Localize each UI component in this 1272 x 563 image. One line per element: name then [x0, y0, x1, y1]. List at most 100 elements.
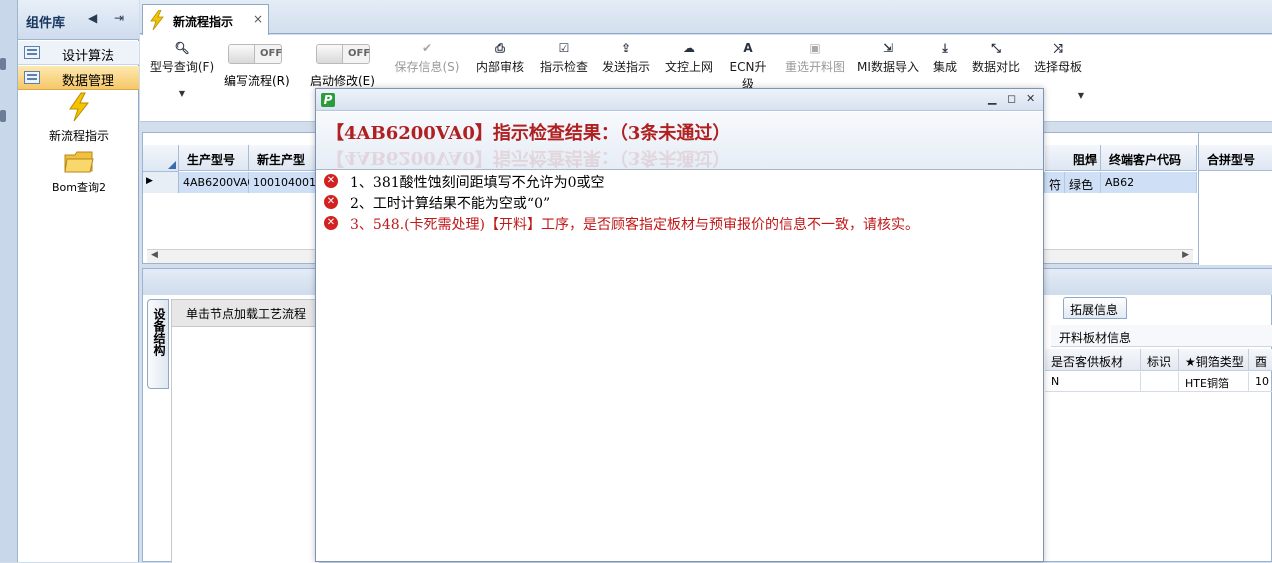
send-instruction-button[interactable]: ⇪ 发送指示	[598, 38, 654, 75]
list-icon	[24, 46, 40, 59]
lightning-icon	[150, 10, 164, 30]
column-header-solder-mask[interactable]: 阻焊	[1065, 145, 1101, 171]
data-compare-button[interactable]: ⤡ 数据对比	[970, 38, 1022, 75]
shuffle-icon: ⤨	[1053, 41, 1063, 55]
model-query-button[interactable]: 🔍︎ 型号查询(F) ▼	[146, 38, 218, 98]
column-header-production-model[interactable]: 生产型号	[179, 145, 249, 171]
table-cell[interactable]: 符	[1045, 172, 1065, 193]
tab-new-flow-instruction[interactable]: 新流程指示 ×	[142, 4, 269, 35]
instruction-check-button[interactable]: ☑ 指示检查	[536, 38, 592, 75]
folder-icon	[64, 151, 94, 173]
save-info-button[interactable]: ✔ 保存信息(S)	[392, 38, 462, 75]
write-flow-label: 编写流程(R)	[224, 74, 290, 88]
ecn-upgrade-label: ECN升级	[729, 60, 767, 91]
font-icon: A	[743, 41, 753, 55]
scroll-right-icon[interactable]: ▶	[1182, 250, 1189, 260]
lightning-icon	[69, 92, 90, 122]
table-cell[interactable]: 10010400136	[249, 172, 319, 193]
reselect-cutting-chart-button[interactable]: ▣ 重选开料图	[780, 38, 850, 75]
table-cell[interactable]: N	[1045, 372, 1141, 392]
error-text: 2、工时计算结果不能为空或“0”	[350, 196, 551, 212]
tile-label: 新流程指示	[48, 129, 109, 143]
edge-handle[interactable]	[0, 110, 6, 122]
column-header-copper-foil-type[interactable]: ★铜箔类型	[1179, 349, 1249, 371]
model-query-label: 型号查询(F)	[149, 60, 215, 74]
component-panel: 组件库 ◀ ⇥ 设计算法 数据管理 新流程指示 Bom查询2	[18, 0, 139, 562]
download-icon: ⤓	[942, 41, 948, 55]
dropdown-arrow-icon[interactable]: ▼	[146, 89, 218, 98]
minimize-icon[interactable]: ▁	[988, 92, 996, 105]
doc-publish-button[interactable]: ☁ 文控上网	[661, 38, 717, 75]
checklist-icon: ☑	[558, 41, 570, 55]
column-header-customer-code[interactable]: 终端客户代码	[1101, 145, 1197, 171]
table-cell[interactable]: 10	[1249, 372, 1272, 392]
check-icon: ✔	[421, 41, 433, 55]
write-flow-toggle[interactable]: OFF	[228, 44, 282, 64]
tile-new-flow-instruction[interactable]: 新流程指示	[36, 92, 122, 144]
mi-data-import-label: MI数据导入	[857, 60, 919, 74]
print-icon: ⎙	[495, 41, 505, 55]
integrate-button[interactable]: ⤓ 集成	[928, 38, 962, 75]
integrate-label: 集成	[932, 60, 957, 74]
tab-extended-info[interactable]: 拓展信息	[1063, 297, 1127, 319]
select-mother-board-label: 选择母板	[1033, 60, 1082, 74]
nav-item-design-algorithm[interactable]: 设计算法	[18, 41, 139, 65]
collapse-left-icon[interactable]: ◀	[88, 11, 97, 25]
enable-edit-label: 启动修改(E)	[310, 74, 375, 88]
data-compare-label: 数据对比	[971, 60, 1020, 74]
left-edge-strip	[0, 0, 18, 562]
process-flow-header[interactable]: 单击节点加载工艺流程	[171, 299, 319, 327]
pin-icon[interactable]: ⇥	[114, 11, 124, 25]
column-header-truncated[interactable]: 酉	[1249, 349, 1272, 371]
current-row-icon: ▶	[146, 176, 153, 186]
search-icon: 🔍︎	[174, 41, 190, 55]
toggle-thumb	[229, 45, 255, 63]
table-cell[interactable]: HTE铜箔	[1179, 372, 1249, 392]
grid-corner	[143, 145, 179, 172]
app-logo-icon: P	[321, 93, 335, 107]
reselect-cutting-chart-label: 重选开料图	[784, 60, 845, 74]
upload-icon: ⇪	[620, 41, 632, 55]
instruction-check-label: 指示检查	[539, 60, 588, 74]
nav-item-data-management[interactable]: 数据管理	[18, 66, 139, 90]
send-instruction-label: 发送指示	[601, 60, 650, 74]
tab-equipment-structure[interactable]: 设备结构	[147, 299, 169, 389]
cutting-material-title: 开料板材信息	[1051, 325, 1272, 347]
component-panel-title: 组件库	[26, 16, 66, 31]
column-header-mark[interactable]: 标识	[1141, 349, 1179, 371]
tile-bom-query[interactable]: Bom查询2	[36, 150, 122, 195]
table-cell[interactable]: 4AB6200VA0	[179, 172, 254, 193]
cloud-upload-icon: ☁	[683, 41, 695, 55]
nav-item-label: 设计算法	[62, 49, 115, 64]
save-info-label: 保存信息(S)	[394, 60, 460, 74]
edge-handle[interactable]	[0, 58, 6, 70]
close-icon[interactable]: ✕	[1026, 92, 1035, 105]
merged-model-panel: 合拼型号	[1198, 133, 1272, 265]
ecn-upgrade-button[interactable]: A ECN升级	[724, 38, 772, 92]
enable-edit-toggle[interactable]: OFF	[316, 44, 370, 64]
table-cell[interactable]	[1141, 372, 1179, 392]
toggle-state: OFF	[348, 48, 371, 59]
scroll-left-icon[interactable]: ◀	[151, 250, 158, 260]
internal-review-button[interactable]: ⎙ 内部审核	[472, 38, 528, 75]
tile-label: Bom查询2	[52, 181, 106, 194]
process-flow-tree[interactable]	[171, 327, 319, 563]
maximize-icon[interactable]: ◻	[1007, 92, 1016, 105]
table-cell[interactable]: 绿色	[1065, 172, 1101, 193]
component-panel-header: 组件库 ◀ ⇥	[18, 0, 139, 40]
mi-data-import-button[interactable]: ⇲ MI数据导入	[856, 38, 920, 75]
column-header-merged-model[interactable]: 合拼型号	[1199, 145, 1272, 171]
column-header-new-production-model[interactable]: 新生产型	[249, 145, 319, 171]
doc-publish-label: 文控上网	[664, 60, 713, 74]
table-cell[interactable]: AB62	[1101, 172, 1197, 193]
row-selector[interactable]: ▶	[143, 172, 179, 193]
dialog-titlebar[interactable]: P ▁ ◻ ✕	[316, 89, 1043, 111]
close-icon[interactable]: ×	[253, 12, 263, 26]
toggle-state: OFF	[260, 48, 283, 59]
column-header-customer-supplied[interactable]: 是否客供板材	[1045, 349, 1141, 371]
nav-item-label: 数据管理	[62, 74, 115, 89]
image-icon: ▣	[809, 41, 821, 55]
error-icon: ✕	[324, 174, 338, 188]
tab-label: 新流程指示	[173, 15, 234, 29]
dialog-header: 【4AB6200VA0】指示检查结果：（3条未通过） 【4AB6200VA0】指…	[316, 112, 1043, 170]
